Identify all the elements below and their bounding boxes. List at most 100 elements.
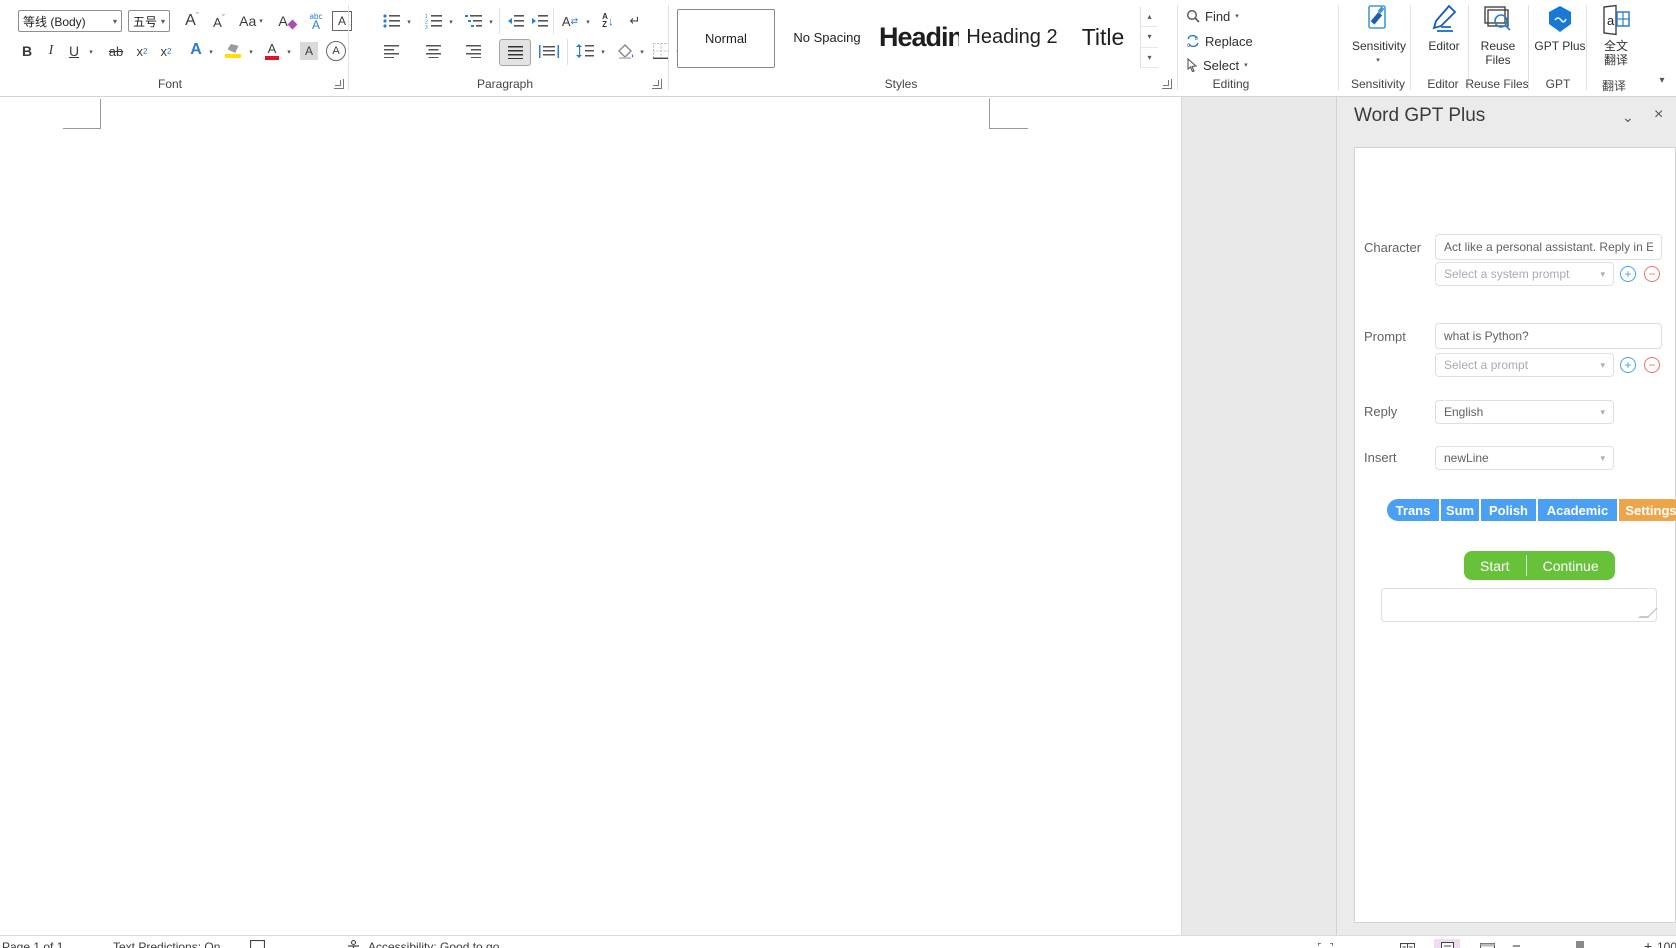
gpt-plus-button[interactable]: GPT Plus bbox=[1532, 4, 1588, 53]
tab-settings[interactable]: Settings bbox=[1619, 499, 1676, 521]
replace-button[interactable]: cb Replace bbox=[1186, 31, 1253, 51]
character-border-button[interactable]: A bbox=[332, 11, 352, 31]
character-input[interactable] bbox=[1435, 234, 1662, 260]
immersive-reader-button[interactable] bbox=[1394, 939, 1420, 948]
text-highlight-button[interactable] bbox=[222, 41, 244, 61]
asian-layout-button[interactable]: A⇄ bbox=[558, 10, 582, 32]
zoom-in-button[interactable]: + bbox=[1644, 938, 1652, 948]
zoom-out-button[interactable]: − bbox=[1512, 938, 1521, 948]
bullet-list-button[interactable] bbox=[381, 11, 403, 31]
accessibility-icon[interactable] bbox=[347, 940, 360, 948]
change-case-button[interactable]: Aa▾ bbox=[236, 11, 266, 31]
numbered-list-button[interactable]: 123 bbox=[423, 11, 445, 31]
distributed-button[interactable] bbox=[537, 42, 561, 60]
line-spacing-button[interactable] bbox=[573, 41, 597, 61]
shrink-font-button[interactable]: Aˇ bbox=[208, 12, 230, 32]
asian-layout-dropdown[interactable]: ▾ bbox=[583, 16, 593, 28]
prompt-select[interactable]: Select a prompt ▾ bbox=[1435, 353, 1614, 377]
taskpane-collapse-icon[interactable]: ⌄ bbox=[1622, 109, 1634, 126]
chevron-down-icon: ▾ bbox=[1600, 407, 1605, 418]
font-name-combo[interactable]: 等线 (Body) ▾ bbox=[18, 10, 122, 32]
reuse-files-button[interactable]: Reuse Files bbox=[1470, 4, 1526, 67]
show-hide-marks-button[interactable]: ↵ bbox=[624, 10, 646, 32]
styles-scroll-down[interactable]: ▾ bbox=[1141, 27, 1158, 47]
sensitivity-button[interactable]: Sensitivity ▾ bbox=[1350, 4, 1406, 68]
grow-font-button[interactable]: Aˆ bbox=[180, 10, 204, 32]
taskpane-close-icon[interactable]: × bbox=[1654, 106, 1663, 124]
add-prompt-button[interactable]: + bbox=[1620, 357, 1636, 373]
zoom-slider-thumb[interactable] bbox=[1576, 941, 1584, 948]
continue-button[interactable]: Continue bbox=[1527, 551, 1615, 580]
styles-scroll-up[interactable]: ▴ bbox=[1141, 7, 1158, 27]
sort-button[interactable]: AZ ↓ bbox=[596, 9, 620, 33]
multilevel-list-dropdown[interactable]: ▾ bbox=[486, 16, 496, 28]
align-left-button[interactable] bbox=[381, 42, 401, 60]
phonetic-guide-button[interactable]: abc A bbox=[304, 8, 328, 34]
superscript-button[interactable]: x2 bbox=[156, 42, 176, 60]
zoom-percentage[interactable]: 100 bbox=[1657, 940, 1676, 948]
select-button[interactable]: Select▾ bbox=[1186, 55, 1248, 75]
style-title[interactable]: Title bbox=[1067, 9, 1139, 66]
focus-view-button[interactable] bbox=[1312, 939, 1338, 948]
italic-button[interactable]: I bbox=[42, 41, 60, 61]
character-shading-button[interactable]: A bbox=[300, 42, 318, 60]
page-info[interactable]: Page 1 of 1 bbox=[2, 940, 63, 948]
justify-button[interactable] bbox=[499, 39, 531, 66]
chevron-down-icon: ▾ bbox=[287, 48, 291, 56]
remove-system-prompt-button[interactable]: − bbox=[1644, 266, 1660, 282]
remove-prompt-button[interactable]: − bbox=[1644, 357, 1660, 373]
print-layout-button[interactable] bbox=[1434, 939, 1460, 948]
text-effects-dropdown[interactable]: ▾ bbox=[206, 46, 216, 58]
tab-trans[interactable]: Trans bbox=[1387, 499, 1439, 521]
font-color-button[interactable]: A bbox=[262, 40, 282, 62]
tab-sum[interactable]: Sum bbox=[1441, 499, 1479, 521]
font-color-dropdown[interactable]: ▾ bbox=[284, 46, 294, 58]
style-no-spacing[interactable]: No Spacing bbox=[781, 9, 873, 66]
shading-dropdown[interactable]: ▾ bbox=[637, 46, 647, 58]
tab-polish[interactable]: Polish bbox=[1481, 499, 1536, 521]
highlight-dropdown[interactable]: ▾ bbox=[246, 46, 256, 58]
line-spacing-dropdown[interactable]: ▾ bbox=[598, 46, 608, 58]
find-button[interactable]: Find▾ bbox=[1186, 6, 1239, 26]
editor-button[interactable]: Editor bbox=[1416, 4, 1472, 53]
shading-button[interactable] bbox=[614, 41, 636, 61]
style-heading-2[interactable]: Heading 2 bbox=[963, 9, 1061, 66]
bullet-list-dropdown[interactable]: ▾ bbox=[404, 16, 414, 28]
result-textarea[interactable] bbox=[1381, 588, 1657, 622]
enclose-characters-button[interactable]: A bbox=[326, 41, 346, 61]
numbered-list-dropdown[interactable]: ▾ bbox=[446, 16, 456, 28]
multilevel-list-button[interactable] bbox=[463, 11, 485, 31]
text-effects-button[interactable]: A bbox=[186, 40, 206, 60]
subscript-button[interactable]: x2 bbox=[132, 42, 152, 60]
clear-formatting-button[interactable]: A bbox=[276, 11, 298, 31]
paragraph-dialog-launcher[interactable] bbox=[652, 79, 662, 89]
insert-mode-select[interactable]: newLine ▾ bbox=[1435, 446, 1614, 470]
strikethrough-button[interactable]: ab bbox=[104, 42, 128, 60]
styles-gallery-more[interactable]: ▾ bbox=[1141, 48, 1158, 68]
prompt-input[interactable] bbox=[1435, 323, 1662, 349]
align-center-button[interactable] bbox=[423, 42, 443, 60]
style-normal[interactable]: Normal bbox=[677, 9, 775, 68]
font-dialog-launcher[interactable] bbox=[334, 79, 344, 89]
display-settings-icon[interactable] bbox=[250, 940, 265, 948]
document-page[interactable] bbox=[0, 97, 1182, 935]
underline-button[interactable]: U bbox=[66, 41, 82, 61]
collapse-ribbon-button[interactable]: ▾ bbox=[1652, 72, 1672, 88]
styles-dialog-launcher[interactable] bbox=[1162, 79, 1172, 89]
bold-button[interactable]: B bbox=[18, 41, 36, 61]
full-text-translate-button[interactable]: a 全文翻译 bbox=[1588, 4, 1644, 67]
increase-indent-button[interactable] bbox=[529, 11, 551, 31]
style-heading-1[interactable]: Heading 1 bbox=[879, 9, 959, 66]
font-size-combo[interactable]: 五号 ▾ bbox=[128, 10, 170, 32]
web-layout-button[interactable] bbox=[1474, 939, 1500, 948]
reply-language-select[interactable]: English ▾ bbox=[1435, 400, 1614, 424]
text-predictions-status[interactable]: Text Predictions: On bbox=[113, 940, 220, 948]
decrease-indent-button[interactable] bbox=[505, 11, 527, 31]
start-button[interactable]: Start bbox=[1464, 551, 1526, 580]
underline-dropdown[interactable]: ▾ bbox=[86, 46, 96, 58]
add-system-prompt-button[interactable]: + bbox=[1620, 266, 1636, 282]
tab-academic[interactable]: Academic bbox=[1538, 499, 1617, 521]
accessibility-status[interactable]: Accessibility: Good to go bbox=[368, 940, 499, 948]
align-right-button[interactable] bbox=[463, 42, 483, 60]
system-prompt-select[interactable]: Select a system prompt ▾ bbox=[1435, 262, 1614, 286]
